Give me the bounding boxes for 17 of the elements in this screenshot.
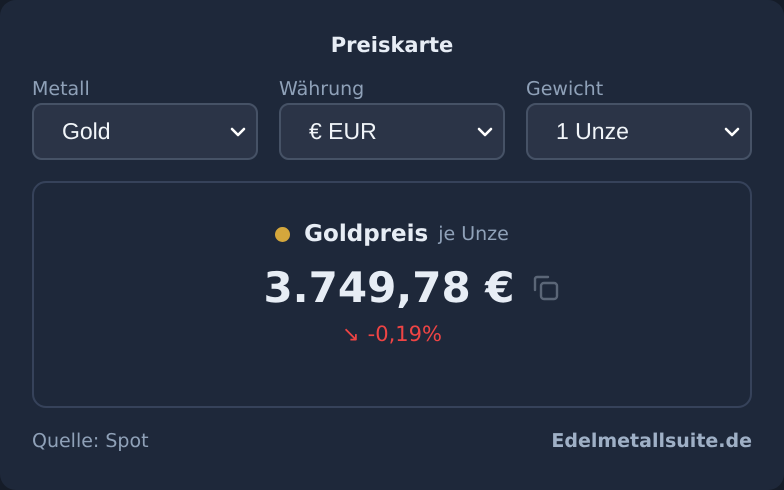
field-label: Gewicht [526, 77, 604, 102]
trend-arrow: ↘ [342, 322, 360, 346]
field-label: Währung [279, 77, 366, 102]
dropdown[interactable]: Gold [32, 103, 258, 160]
chevron-down-icon [477, 126, 493, 136]
price-value: 3.749,78 € [263, 263, 515, 312]
price-name: Goldpreis [304, 221, 428, 247]
change-percent: -0,19% [368, 322, 442, 346]
dropdown[interactable]: 1 Unze [526, 103, 752, 160]
dropdown[interactable]: € EUR [279, 103, 505, 160]
field-label: Metall [32, 77, 91, 102]
site-link[interactable]: Edelmetallsuite.de [551, 430, 752, 452]
unit-label: je Unze [438, 223, 509, 245]
chevron-down-icon [230, 126, 246, 136]
card-title: Preiskarte [330, 32, 454, 59]
chevron-down-icon [724, 126, 740, 136]
source-text: Quelle: Spot [32, 430, 149, 452]
